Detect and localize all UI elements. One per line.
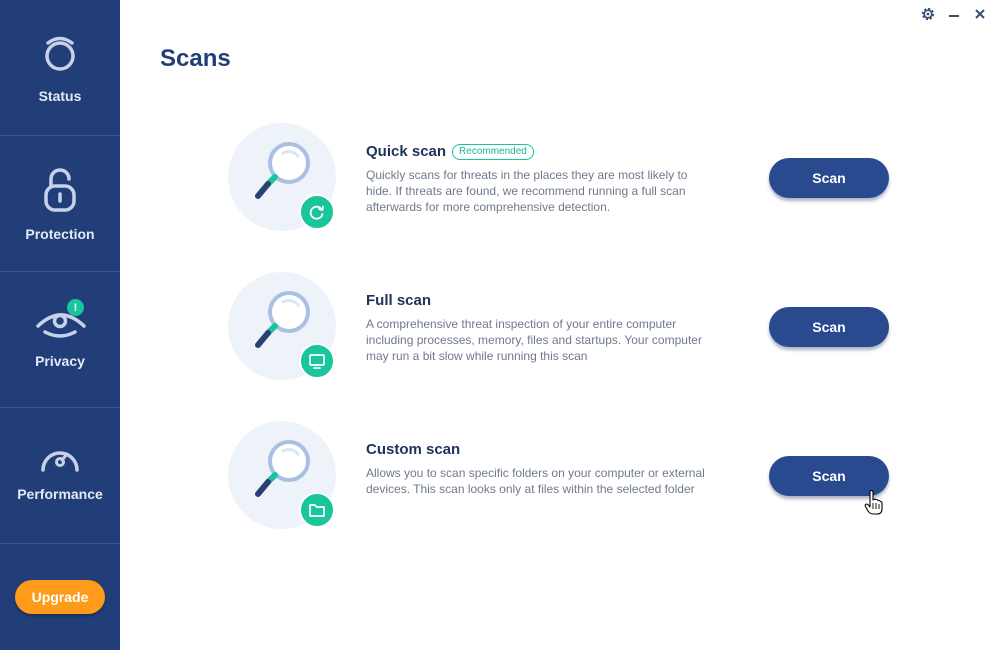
upgrade-button[interactable]: Upgrade	[15, 580, 105, 614]
sidebar: Status Protection ! Privacy Performance	[0, 0, 120, 650]
scan-description: Quickly scans for threats in the places …	[366, 168, 688, 214]
scan-description: A comprehensive threat inspection of you…	[366, 317, 702, 363]
scan-row-quick: Quick scan Recommended Quickly scans for…	[228, 123, 908, 233]
scan-title: Full scan	[366, 292, 431, 309]
hand-cursor-icon	[864, 490, 883, 515]
scan-row-custom: Custom scan Allows you to scan specific …	[228, 421, 908, 531]
sidebar-item-privacy[interactable]: ! Privacy	[0, 272, 120, 407]
refresh-icon	[299, 194, 335, 230]
sidebar-item-label: Status	[38, 88, 82, 104]
close-icon[interactable]	[972, 6, 988, 22]
privacy-alert-badge: !	[67, 299, 84, 316]
speedometer-icon	[41, 451, 79, 472]
scan-title: Custom scan	[366, 441, 460, 458]
scan-title-text: Quick scan	[366, 143, 447, 160]
window-controls	[920, 6, 988, 22]
status-icon	[45, 36, 75, 71]
scan-title-text: Full scan	[366, 292, 432, 309]
scan-title-text: Custom scan	[366, 441, 461, 458]
sidebar-item-label: Privacy	[35, 353, 85, 369]
gear-icon[interactable]	[920, 6, 936, 22]
recommended-badge: Recommended	[452, 143, 534, 160]
scan-row-full: Full scan A comprehensive threat inspect…	[228, 272, 908, 382]
quick-scan-button[interactable]: Scan	[769, 158, 889, 198]
full-scan-button[interactable]: Scan	[769, 307, 889, 347]
sidebar-item-status[interactable]: Status	[0, 0, 120, 135]
sidebar-item-performance[interactable]: Performance	[0, 408, 120, 543]
scan-title: Quick scan Recommended	[366, 143, 534, 160]
sidebar-item-label: Performance	[17, 486, 103, 502]
sidebar-divider	[0, 543, 120, 544]
minimize-icon[interactable]	[946, 6, 962, 22]
folder-icon	[299, 492, 335, 528]
scan-description: Allows you to scan specific folders on y…	[366, 466, 705, 496]
page-title: Scans	[160, 45, 231, 72]
monitor-icon	[299, 343, 335, 379]
sidebar-item-protection[interactable]: Protection	[0, 136, 120, 271]
lock-icon	[44, 168, 76, 212]
sidebar-item-label: Protection	[25, 226, 95, 242]
